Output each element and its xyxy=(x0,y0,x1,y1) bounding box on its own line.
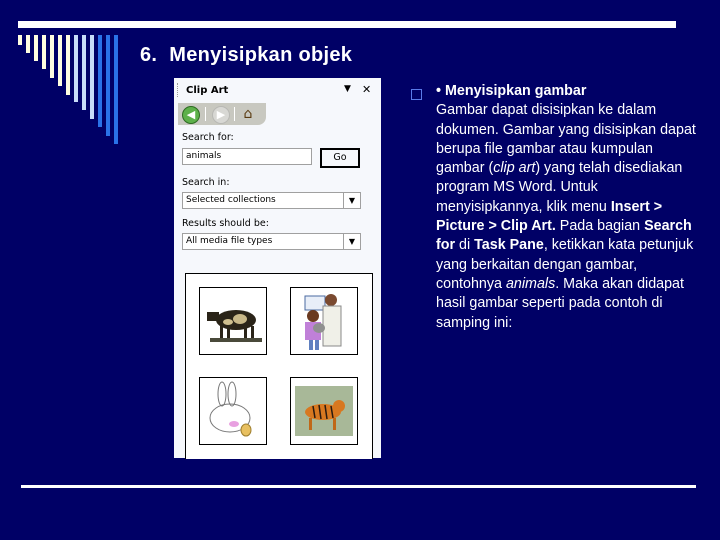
bottom-divider-line xyxy=(21,485,696,488)
search-in-select[interactable]: Selected collections ▼ xyxy=(182,192,361,209)
slide-title-text: Menyisipkan objek xyxy=(169,44,353,66)
deco-bar xyxy=(114,35,118,144)
chevron-down-icon[interactable]: ▼ xyxy=(343,234,360,249)
top-divider-line xyxy=(18,21,676,28)
clipart-thumb-rabbit[interactable] xyxy=(199,377,267,445)
go-button[interactable]: Go xyxy=(320,148,360,168)
task-pane-bold: Task Pane xyxy=(474,237,544,254)
pane-header: Clip Art ▼ ✕ xyxy=(174,78,381,102)
clipart-thumb-cow[interactable] xyxy=(199,287,267,355)
deco-bar xyxy=(34,35,38,61)
bullet-heading: • Menyisipkan gambar xyxy=(436,83,587,99)
deco-bar xyxy=(90,35,94,119)
deco-bar xyxy=(26,35,30,53)
deco-bar xyxy=(66,35,70,95)
veterinarian-image xyxy=(304,294,342,350)
clip-art-task-pane: Clip Art ▼ ✕ ◀ ▶ ⌂ Search for: animals G… xyxy=(174,78,381,459)
tiger-image xyxy=(295,386,353,436)
toolbar-separator xyxy=(234,107,235,121)
drag-grip-icon[interactable] xyxy=(177,83,180,97)
close-icon[interactable]: ✕ xyxy=(362,83,371,96)
search-in-label: Search in: xyxy=(182,177,230,188)
pane-nav-toolbar: ◀ ▶ ⌂ xyxy=(178,103,266,125)
bullet-body: Gambar dapat disisipkan ke dalam dokumen… xyxy=(436,101,698,333)
slide-title-number: 6. xyxy=(140,44,158,66)
bullet-content: • Menyisipkan gambar Gambar dapat disisi… xyxy=(436,82,698,333)
body-italic: clip art xyxy=(493,160,536,177)
deco-bar xyxy=(98,35,102,127)
deco-bar xyxy=(74,35,78,102)
slide-title: 6. Menyisipkan objek xyxy=(140,44,352,67)
deco-bar xyxy=(42,35,46,69)
results-type-select[interactable]: All media file types ▼ xyxy=(182,233,361,250)
search-for-label: Search for: xyxy=(182,132,234,143)
deco-bar xyxy=(50,35,54,78)
forward-arrow-icon[interactable]: ▶ xyxy=(212,106,230,124)
search-input[interactable]: animals xyxy=(182,148,312,165)
cow-image xyxy=(207,310,262,342)
deco-bar xyxy=(18,35,22,45)
body-text: Pada bagian xyxy=(555,218,645,235)
search-in-value: Selected collections xyxy=(186,195,276,205)
back-arrow-icon[interactable]: ◀ xyxy=(182,106,200,124)
rabbit-image xyxy=(209,381,252,437)
deco-bar xyxy=(106,35,110,136)
body-italic: animals xyxy=(505,275,556,292)
chevron-down-icon[interactable]: ▼ xyxy=(343,193,360,208)
dropdown-triangle-icon[interactable]: ▼ xyxy=(344,84,351,94)
results-type-value: All media file types xyxy=(186,236,273,246)
pane-title: Clip Art xyxy=(186,85,229,96)
clipart-thumb-tiger[interactable] xyxy=(290,377,358,445)
hollow-square-bullet-icon xyxy=(411,89,422,100)
home-icon[interactable]: ⌂ xyxy=(240,106,256,122)
body-text: di xyxy=(455,237,475,254)
results-area xyxy=(185,273,373,459)
toolbar-separator xyxy=(205,107,206,121)
deco-bar xyxy=(58,35,62,86)
results-type-label: Results should be: xyxy=(182,218,269,229)
deco-bar xyxy=(82,35,86,110)
clipart-thumb-veterinarian[interactable] xyxy=(290,287,358,355)
